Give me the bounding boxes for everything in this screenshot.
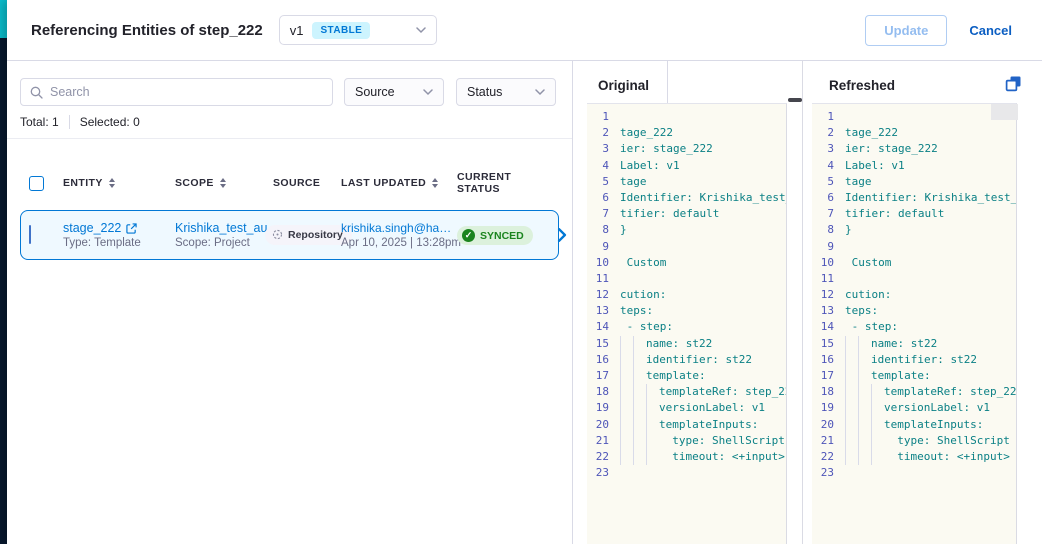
select-all-checkbox[interactable] xyxy=(29,176,44,191)
total-count: Total: 1 xyxy=(20,115,59,129)
refreshed-panel-title: Refreshed xyxy=(829,78,895,93)
chevron-down-icon xyxy=(535,89,545,96)
table-header: ENTITY SCOPE SOURCE LAST UPDATED CURRENT… xyxy=(20,171,559,195)
scope-name-link[interactable]: Krishika_test_au... xyxy=(175,221,278,235)
refreshed-code-editor[interactable]: 1234567891011121314151617181920212223 ta… xyxy=(812,103,1017,544)
app-nav-accent xyxy=(0,0,7,38)
sort-icon[interactable] xyxy=(220,178,226,189)
entity-cell: stage_222 Type: Template xyxy=(63,221,175,249)
totals-divider xyxy=(69,115,70,129)
column-scope: SCOPE xyxy=(175,177,273,189)
selected-count: Selected: 0 xyxy=(80,115,140,129)
last-updated-cell: krishika.singh@harnes... Apr 10, 2025 | … xyxy=(341,221,457,249)
panel-divider xyxy=(802,61,803,544)
entity-name-link[interactable]: stage_222 xyxy=(63,221,121,235)
repository-icon xyxy=(272,229,283,240)
cancel-button[interactable]: Cancel xyxy=(969,23,1012,38)
line-numbers: 1234567891011121314151617181920212223 xyxy=(587,109,609,481)
sort-icon[interactable] xyxy=(432,178,438,189)
original-panel-title: Original xyxy=(598,78,649,93)
code-lines: tage_222ier: stage_222Label: v1tageIdent… xyxy=(845,109,1016,481)
updated-at: Apr 10, 2025 | 13:28pm xyxy=(341,237,457,249)
code-lines: tage_222ier: stage_222Label: v1tageIdent… xyxy=(620,109,786,481)
updated-by-link[interactable]: krishika.singh@harnes... xyxy=(341,221,453,235)
entities-list-pane: Source Status Total: 1 Selected: 0 ENTIT… xyxy=(7,61,573,544)
version-selector[interactable]: v1 STABLE xyxy=(279,15,437,45)
chevron-down-icon xyxy=(416,27,426,34)
column-entity: ENTITY xyxy=(63,177,175,189)
status-cell: ✓ SYNCED xyxy=(457,225,557,245)
table-row[interactable]: stage_222 Type: Template Krishika_test_a… xyxy=(20,210,559,260)
app-background-edge xyxy=(0,0,7,544)
scrollbar-corner[interactable] xyxy=(991,104,1018,120)
search-box xyxy=(20,78,333,106)
yaml-diff-pane: Original Refreshed 123456789101112131415… xyxy=(573,61,1042,544)
row-checkbox[interactable] xyxy=(29,225,31,244)
search-input[interactable] xyxy=(50,85,323,99)
totals-bar: Total: 1 Selected: 0 xyxy=(20,115,559,129)
chevron-right-icon[interactable] xyxy=(557,228,567,242)
line-numbers: 1234567891011121314151617181920212223 xyxy=(812,109,834,481)
original-code-editor[interactable]: 1234567891011121314151617181920212223 ta… xyxy=(587,103,787,544)
reconcile-dialog: Referencing Entities of step_222 v1 STAB… xyxy=(0,0,1042,544)
source-filter-label: Source xyxy=(355,85,395,99)
column-current-status: CURRENT STATUS xyxy=(457,171,557,195)
source-badge: Repository xyxy=(265,225,352,245)
version-value: v1 xyxy=(290,23,304,38)
stable-badge: STABLE xyxy=(312,22,370,39)
status-filter-dropdown[interactable]: Status xyxy=(456,78,556,106)
column-source: SOURCE xyxy=(273,177,341,189)
scope-cell: Krishika_test_au... Scope: Project xyxy=(175,221,273,249)
original-tab-edge xyxy=(667,61,668,103)
sort-icon[interactable] xyxy=(109,178,115,189)
modal-header: Referencing Entities of step_222 v1 STAB… xyxy=(7,0,1042,61)
filter-row: Source Status xyxy=(20,78,559,106)
horizontal-scrollbar-thumb[interactable] xyxy=(788,98,802,102)
source-filter-dropdown[interactable]: Source xyxy=(344,78,444,106)
copy-icon[interactable] xyxy=(1005,75,1022,97)
referencing-entities-modal: Referencing Entities of step_222 v1 STAB… xyxy=(7,0,1042,544)
entity-type: Type: Template xyxy=(63,237,175,249)
status-badge: ✓ SYNCED xyxy=(457,226,533,245)
section-divider xyxy=(7,138,572,139)
modal-title: Referencing Entities of step_222 xyxy=(31,22,263,39)
scope-detail: Scope: Project xyxy=(175,237,273,249)
external-link-icon[interactable] xyxy=(126,223,137,234)
chevron-down-icon xyxy=(423,89,433,96)
column-last-updated: LAST UPDATED xyxy=(341,177,457,189)
source-cell: Repository xyxy=(273,225,341,246)
update-button[interactable]: Update xyxy=(865,15,947,46)
search-icon xyxy=(30,86,43,99)
status-filter-label: Status xyxy=(467,85,502,99)
check-icon: ✓ xyxy=(462,229,475,242)
